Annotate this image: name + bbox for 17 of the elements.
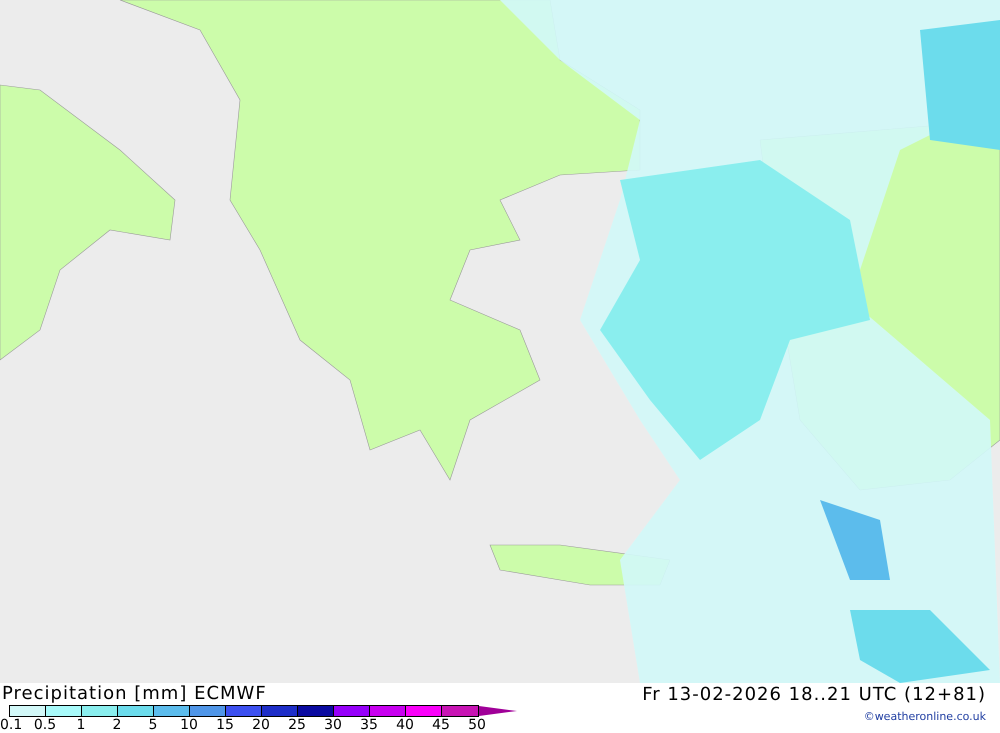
scale-label: 0.1 bbox=[0, 717, 24, 733]
scale-label: 50 bbox=[467, 717, 487, 733]
valid-time: Fr 13-02-2026 18..21 UTC (12+81) bbox=[642, 683, 986, 707]
scale-label: 2 bbox=[112, 717, 122, 733]
scale-label: 0.5 bbox=[32, 717, 58, 733]
scale-label: 45 bbox=[431, 717, 451, 733]
scale-label: 1 bbox=[76, 717, 86, 733]
scale-label: 25 bbox=[287, 717, 307, 733]
scale-label: 40 bbox=[395, 717, 415, 733]
scale-label: 10 bbox=[179, 717, 199, 733]
scale-label: 30 bbox=[323, 717, 343, 733]
scale-label: 5 bbox=[148, 717, 158, 733]
legend-title: Precipitation [mm] ECMWF bbox=[1, 683, 268, 705]
scale-label: 35 bbox=[359, 717, 379, 733]
scale-label: 20 bbox=[251, 717, 271, 733]
credit-text: ©weatheronline.co.uk bbox=[864, 709, 986, 725]
scale-label: 15 bbox=[215, 717, 235, 733]
